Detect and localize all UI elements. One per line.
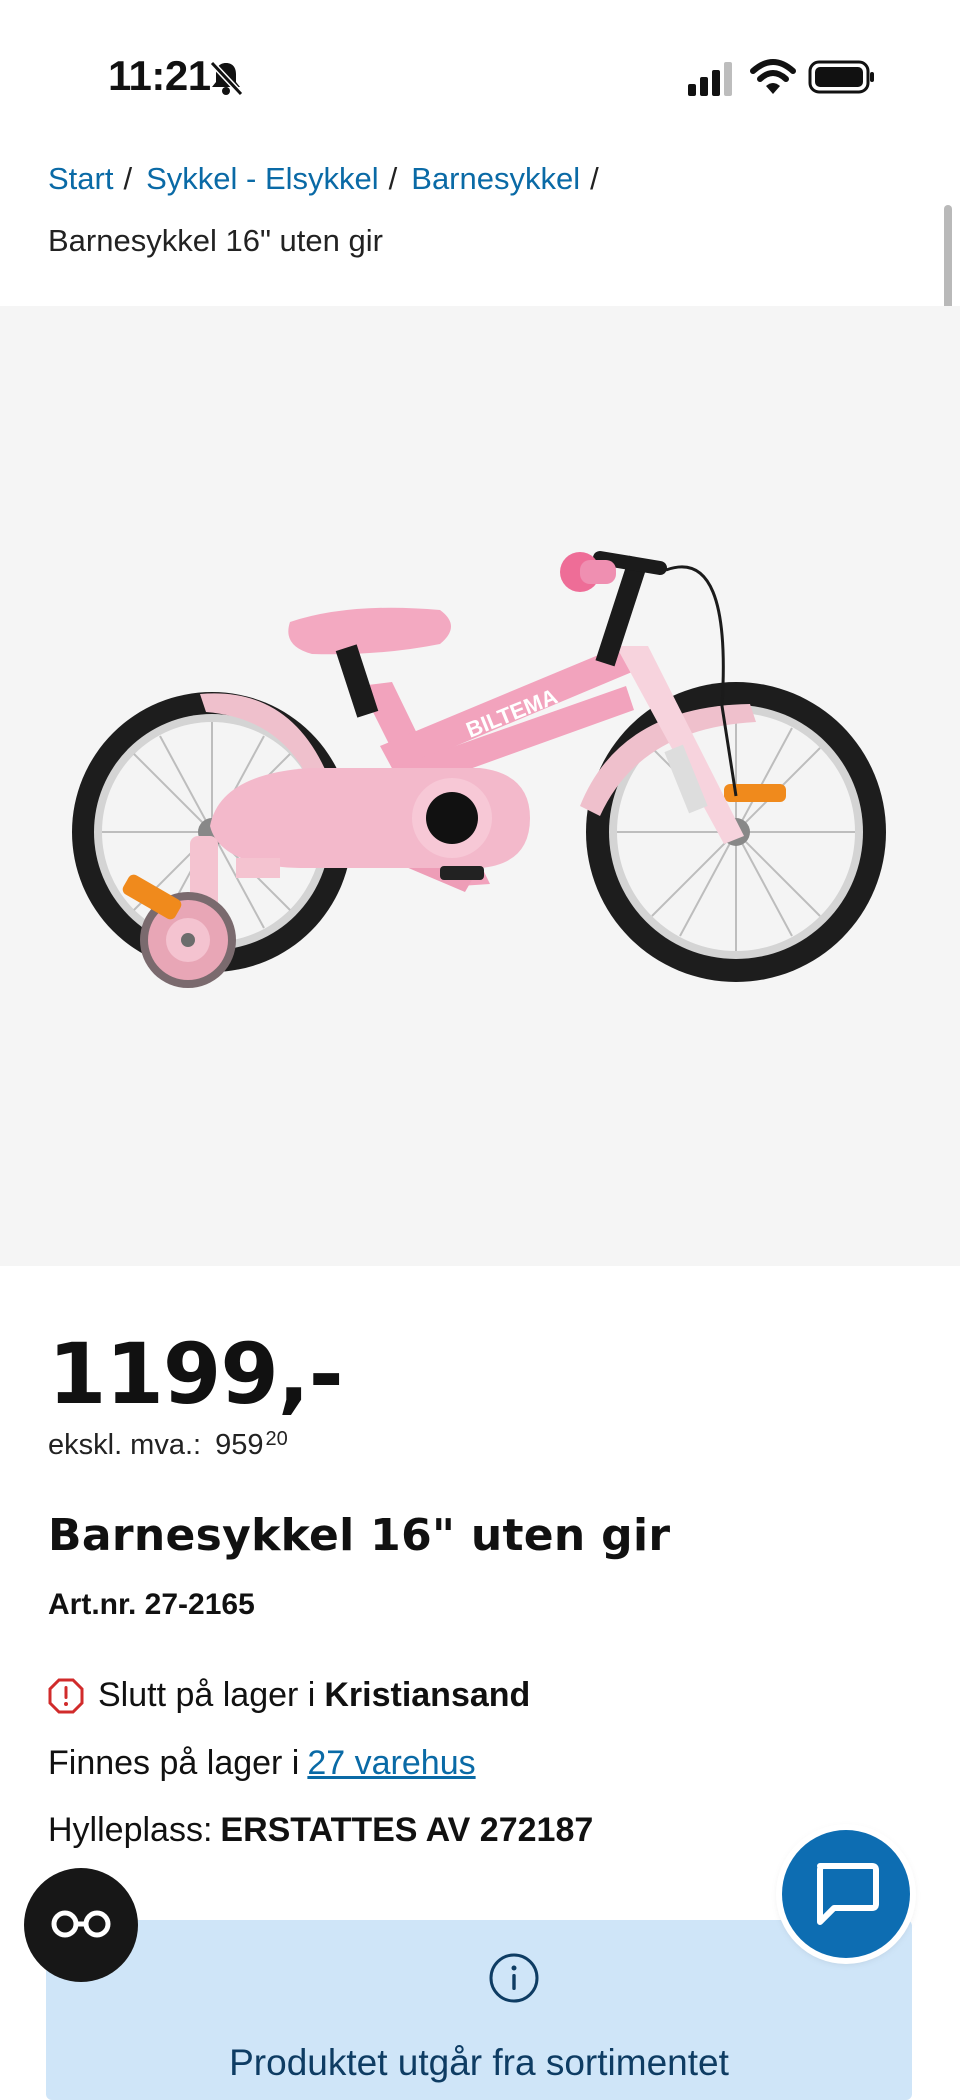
out-of-stock-text: Slutt på lager i <box>98 1676 316 1714</box>
excl-vat-label: ekskl. mva.: <box>48 1429 202 1461</box>
available-text: Finnes på lager i <box>48 1744 300 1782</box>
breadcrumb-current: Barnesykkel 16" uten gir <box>48 223 383 258</box>
product-image-gallery[interactable]: BILTEMA <box>0 306 960 1266</box>
shelf-value: ERSTATTES AV 272187 <box>220 1811 594 1849</box>
cellular-signal-icon <box>688 62 732 96</box>
breadcrumb-separator: / <box>590 161 599 196</box>
glasses-icon <box>51 1910 111 1938</box>
store-name: Kristiansand <box>324 1676 531 1714</box>
accessibility-glasses-button[interactable] <box>24 1868 138 1982</box>
product-image[interactable]: BILTEMA <box>60 506 900 1046</box>
chat-button[interactable] <box>782 1830 910 1958</box>
breadcrumb-link-start[interactable]: Start <box>48 161 113 196</box>
battery-icon <box>808 60 874 94</box>
notice-text: Produktet utgår fra sortimentet <box>229 2042 729 2083</box>
breadcrumb-separator: / <box>123 161 133 196</box>
stock-status-other: Finnes på lager i 27 varehus <box>48 1744 476 1783</box>
breadcrumb-link-barnesykkel[interactable]: Barnesykkel <box>411 161 580 196</box>
shelf-location: Hylleplass: ERSTATTES AV 272187 <box>48 1811 593 1850</box>
article-number: Art.nr. 27-2165 <box>48 1588 255 1621</box>
info-circle-icon <box>489 1953 539 2003</box>
shelf-label: Hylleplass: <box>48 1811 213 1849</box>
status-bar: 11:21 <box>0 0 960 150</box>
bell-muted-icon <box>209 60 244 97</box>
price-excl-vat: ekskl. mva.: 959 20 <box>48 1428 288 1462</box>
status-time: 11:21 <box>108 52 211 99</box>
excl-vat-decimals: 20 <box>265 1428 288 1450</box>
product-price: 1199,- <box>48 1325 344 1423</box>
breadcrumb: Start / Sykkel - Elsykkel / Barnesykkel / Bar… <box>48 154 908 266</box>
product-title: Barnesykkel 16" uten gir <box>48 1510 671 1561</box>
wifi-icon <box>750 59 796 94</box>
breadcrumb-separator: / <box>388 161 398 196</box>
breadcrumb-link-sykkel[interactable]: Sykkel - Elsykkel <box>146 161 379 196</box>
warehouses-link[interactable]: 27 varehus <box>307 1744 475 1782</box>
warning-octagon-icon <box>48 1678 84 1713</box>
excl-vat-value: 959 <box>215 1429 264 1461</box>
stock-status-local: Slutt på lager i Kristiansand <box>48 1676 530 1715</box>
discontinued-notice: Produktet utgår fra sortimentet <box>46 1920 912 2100</box>
chat-bubble-icon <box>817 1863 879 1925</box>
